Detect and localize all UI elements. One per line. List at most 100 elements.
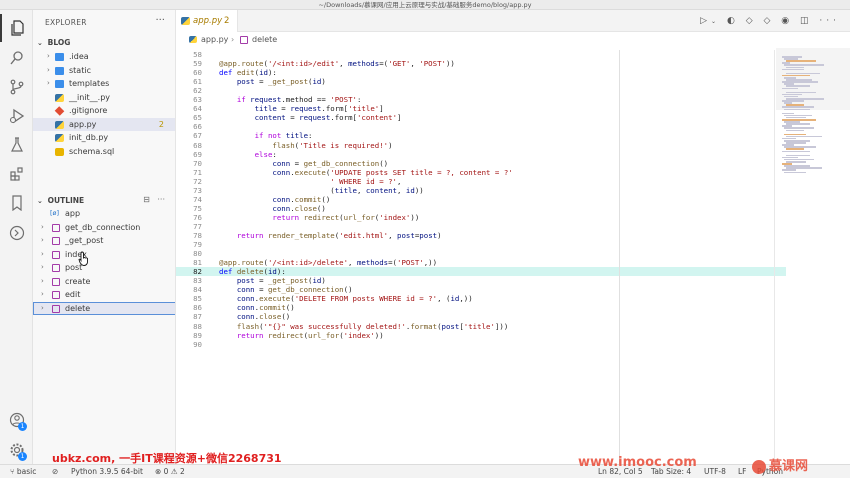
code-line[interactable]: 78 return render_template('edit.html', p… [176,231,786,240]
folder-section-header[interactable]: ⌄ BLOG [37,36,175,49]
minimap[interactable] [776,48,850,464]
code-line[interactable]: 86 conn.commit() [176,303,786,312]
code-line[interactable]: 81 @app.route('/<int:id>/delete', methods… [176,258,786,267]
chevron-right-icon[interactable]: › [47,64,50,78]
outline-item[interactable]: › get_db_connection [33,221,175,235]
code-line[interactable]: 70 conn = get_db_connection() [176,159,786,168]
code-line[interactable]: 73 (title, content, id)) [176,186,786,195]
live-share-icon[interactable]: ⊘ [52,465,58,478]
code-line[interactable]: 63 if request.method == 'POST': [176,95,786,104]
chevron-right-icon[interactable]: › [41,275,44,289]
code-editor[interactable]: 58 59 @app.route('/<int:id>/edit', methods… [176,50,786,464]
chevron-right-icon[interactable]: › [41,261,44,275]
minimap-line [786,60,816,62]
remote-icon[interactable]: ◉ [781,16,793,26]
branch-status[interactable]: ⑂ basic [10,465,36,478]
chevron-down-icon[interactable]: ⌄ [711,18,720,25]
extensions-icon[interactable] [0,160,33,188]
code-line[interactable]: 76 return redirect(url_for('index')) [176,213,786,222]
tab-app-py[interactable]: app.py 2 [176,10,238,32]
previous-change-icon[interactable]: ◇ [746,16,757,26]
testing-flask-icon[interactable] [0,131,33,159]
code-line[interactable]: 65 content = request.form['content'] [176,113,786,122]
code-line[interactable]: 69 else: [176,150,786,159]
chevron-right-icon[interactable]: › [47,77,50,91]
accounts-icon[interactable]: 1 [0,406,33,434]
open-changes-icon[interactable]: ◐ [727,16,739,26]
code-line[interactable]: 77 [176,222,786,231]
code-line[interactable]: 80 [176,249,786,258]
minimap-line [784,108,810,110]
breadcrumb-file[interactable]: app.py [201,32,228,48]
code-line[interactable]: 89 return redirect(url_for('index')) [176,331,786,340]
file-tree-item[interactable]: › .idea [33,50,175,64]
outline-item[interactable]: › delete [33,301,175,316]
code-line[interactable]: 75 conn.close() [176,204,786,213]
chevron-right-icon[interactable]: › [41,234,44,248]
encoding[interactable]: UTF-8 [704,465,726,478]
manage-gear-icon[interactable]: 1 [0,436,33,464]
code-line[interactable]: 87 conn.close() [176,312,786,321]
end-of-line[interactable]: LF [738,465,747,478]
next-change-icon[interactable]: ◇ [763,16,774,26]
outline-item[interactable]: › _get_post [33,234,175,248]
code-line[interactable]: 74 conn.commit() [176,195,786,204]
code-line[interactable]: 83 post = _get_post(id) [176,276,786,285]
code-line[interactable]: 58 [176,50,786,59]
explorer-more-actions[interactable]: ··· [155,15,165,26]
chevron-right-icon[interactable]: › [41,221,44,235]
code-line[interactable]: 62 [176,86,786,95]
search-icon[interactable] [0,44,33,72]
file-tree-item[interactable]: app.py 2 [33,117,175,131]
code-line[interactable]: 66 [176,122,786,131]
code-line[interactable]: 60 def edit(id): [176,68,786,77]
file-tree-label: init_db.py [69,133,109,142]
code-line[interactable]: 67 if not title: [176,131,786,140]
python-interpreter[interactable]: Python 3.9.5 64-bit [71,465,143,478]
outline-item[interactable]: › edit [33,288,175,302]
file-tree-item[interactable]: init_db.py [33,131,175,145]
code-line[interactable]: 72 ' WHERE id = ?', [176,177,786,186]
function-icon [52,291,60,299]
vertical-ruler [619,50,620,464]
more-actions-icon[interactable]: ··· [819,16,840,26]
code-line[interactable]: 90 [176,340,786,349]
current-code-line[interactable]: 82 def delete(id): [176,267,786,277]
run-debug-icon[interactable] [0,102,33,130]
code-text: (title, content, id)) [219,185,424,195]
breadcrumb-symbol[interactable]: delete [252,32,277,48]
status-bar: ⑂ basic ⊘ Python 3.9.5 64-bit ⊗ 0 ⚠ 2 Ln… [0,464,850,478]
code-line[interactable]: 79 [176,240,786,249]
collapse-all-icon[interactable]: ⊟ [143,195,150,204]
explorer-icon[interactable] [0,14,33,42]
file-tree-item[interactable]: __init__.py [33,91,175,105]
file-tree-item[interactable]: › static [33,64,175,78]
file-tree-item[interactable]: schema.sql [33,145,175,159]
code-line[interactable]: 84 conn = get_db_connection() [176,285,786,294]
code-line[interactable]: 64 title = request.form['title'] [176,104,786,113]
remote-explorer-icon[interactable] [0,219,33,247]
more-actions-icon[interactable]: ··· [157,195,165,204]
file-tree-item[interactable]: .gitignore [33,104,175,118]
chevron-right-icon[interactable]: › [47,50,50,64]
outline-item[interactable]: › index [33,248,175,262]
outline-item[interactable]: › create [33,275,175,289]
code-line[interactable]: 71 conn.execute('UPDATE posts SET title … [176,168,786,177]
split-editor-icon[interactable]: ◫ [800,16,813,26]
code-line[interactable]: 59 @app.route('/<int:id>/edit', methods=(… [176,59,786,68]
chevron-right-icon[interactable]: › [41,288,44,302]
problems-status[interactable]: ⊗ 0 ⚠ 2 [155,465,185,478]
outline-item[interactable]: [ø] app [33,207,175,221]
line-number: 76 [193,212,202,222]
file-tree-item[interactable]: › templates [33,77,175,91]
chevron-right-icon[interactable]: › [41,302,44,316]
code-line[interactable]: 88 flash('"{}" was successfully deleted!… [176,322,786,331]
code-line[interactable]: 61 post = _get_post(id) [176,77,786,86]
source-control-icon[interactable] [0,73,33,101]
run-python-file-icon[interactable]: ▷ [700,16,711,26]
outline-item[interactable]: › post [33,261,175,275]
code-line[interactable]: 68 flash('Title is required!') [176,141,786,150]
bookmark-icon[interactable] [0,189,33,217]
chevron-right-icon[interactable]: › [41,248,44,262]
code-line[interactable]: 85 conn.execute('DELETE FROM posts WHERE… [176,294,786,303]
